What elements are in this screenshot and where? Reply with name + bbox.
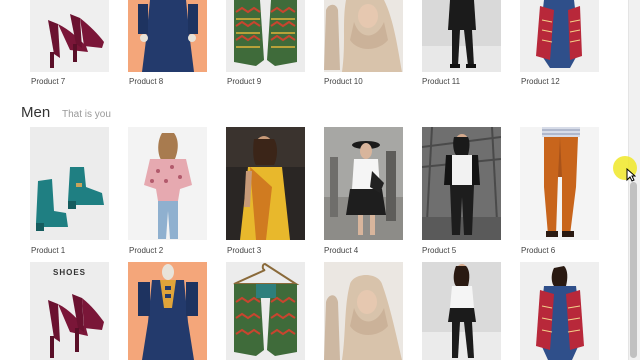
product-caption-6[interactable]: Product 6	[521, 246, 555, 255]
product-caption-9[interactable]: Product 9	[227, 77, 261, 86]
product-image-12[interactable]	[520, 0, 599, 72]
moto-outfit-image	[422, 127, 501, 240]
heels-image	[30, 0, 109, 72]
floral-top-image	[128, 127, 207, 240]
product-caption-5[interactable]: Product 5	[422, 246, 456, 255]
section-subtitle: That is you	[62, 109, 111, 120]
product-caption-11[interactable]: Product 11	[422, 77, 460, 86]
product-image-3[interactable]	[226, 127, 305, 240]
product-image-2[interactable]	[128, 127, 207, 240]
product-caption-3[interactable]: Product 3	[227, 246, 261, 255]
product-caption-1[interactable]: Product 1	[31, 246, 65, 255]
black-outfit-image	[422, 0, 501, 72]
product-image-5[interactable]	[422, 127, 501, 240]
product-image-outfit[interactable]	[422, 262, 501, 360]
hijab-image	[324, 262, 403, 360]
product-image-8[interactable]	[128, 0, 207, 72]
vest-image	[226, 0, 305, 72]
product-image-1[interactable]	[30, 127, 109, 240]
kurta-image	[520, 262, 599, 360]
product-image-10[interactable]	[324, 0, 403, 72]
product-image-4[interactable]	[324, 127, 403, 240]
product-caption-2[interactable]: Product 2	[129, 246, 163, 255]
kurta-image	[520, 0, 599, 72]
product-image-7[interactable]	[30, 0, 109, 72]
product-caption-12[interactable]: Product 12	[521, 77, 560, 86]
product-image-hijab[interactable]	[324, 262, 403, 360]
scrollbar-thumb[interactable]	[630, 182, 637, 358]
navy-dress-image	[128, 262, 207, 360]
product-caption-4[interactable]: Product 4	[324, 246, 358, 255]
cursor-arrow-icon	[626, 168, 636, 182]
shoes-label: SHOES	[52, 268, 86, 277]
product-image-vest[interactable]	[226, 262, 305, 360]
product-caption-8[interactable]: Product 8	[129, 77, 163, 86]
black-outfit-image	[422, 262, 501, 360]
hijab-image	[324, 0, 403, 72]
section-title: Men	[21, 104, 51, 121]
vest-image	[226, 262, 305, 360]
navy-dress-image	[128, 0, 207, 72]
product-image-9[interactable]	[226, 0, 305, 72]
product-caption-7[interactable]: Product 7	[31, 77, 65, 86]
teal-boots-image	[30, 127, 109, 240]
product-image-shoes[interactable]: SHOES	[30, 262, 109, 360]
rust-pants-image	[520, 127, 599, 240]
product-image-kurta[interactable]	[520, 262, 599, 360]
product-caption-10[interactable]: Product 10	[324, 77, 363, 86]
street-style-image	[324, 127, 403, 240]
saree-image	[226, 127, 305, 240]
product-image-11[interactable]	[422, 0, 501, 72]
product-image-6[interactable]	[520, 127, 599, 240]
product-image-navy-dress[interactable]	[128, 262, 207, 360]
